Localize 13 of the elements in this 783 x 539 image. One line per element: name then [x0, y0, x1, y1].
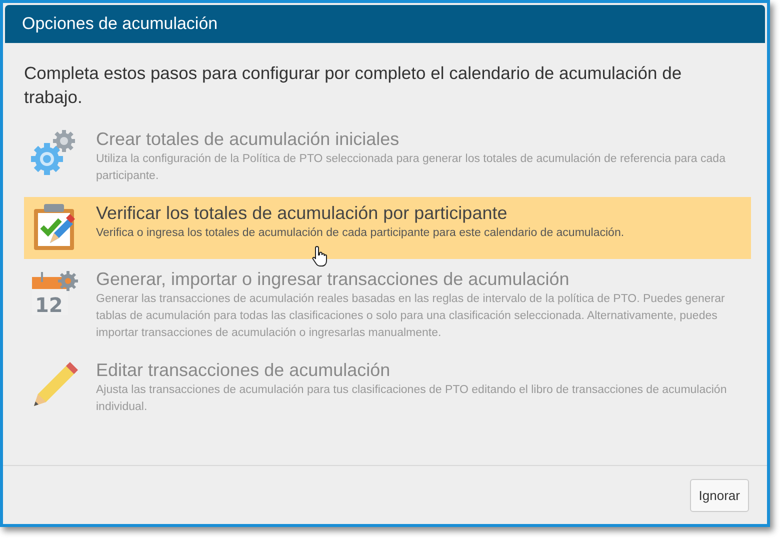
step-title: Generar, importar o ingresar transacciones de acumulación	[96, 268, 570, 291]
step-description: Generar las transacciones de acumulación reales basadas en las reglas de intervalo de la política de PTO. Puedes generar tablas de acumulación para todas las clasificaciones o solo para una clasificación seleccionada. Alternativamente, puedes importar transacciones de acumulación o ingresarlas manualmente.	[96, 292, 726, 341]
step-description: Utiliza la configuración de la Política de PTO seleccionada para generar los totales de acumulación de referencia para cada participante.	[96, 152, 726, 184]
step-title: Crear totales de acumulación iniciales	[96, 128, 400, 151]
step-title: Editar transacciones de acumulación	[96, 359, 392, 382]
hand-cursor-icon	[312, 245, 328, 267]
step-description: Verifica o ingresa los totales de acumulación de cada participante para este calendario de acumulación.	[96, 226, 626, 241]
dialog-title: Opciones de acumulación	[22, 14, 218, 34]
gears-icon	[30, 129, 78, 177]
ignore-button[interactable]: Ignorar	[690, 478, 749, 512]
step-title: Verificar los totales de acumulación por participante	[96, 202, 508, 225]
step-description: Ajusta las transacciones de acumulación para tus clasificaciones de PTO editando el libro de transacciones de acumulación individual.	[96, 383, 728, 415]
intro-text: Completa estos pasos para configurar por completo el calendario de acumulación de trabajo.	[24, 62, 683, 109]
